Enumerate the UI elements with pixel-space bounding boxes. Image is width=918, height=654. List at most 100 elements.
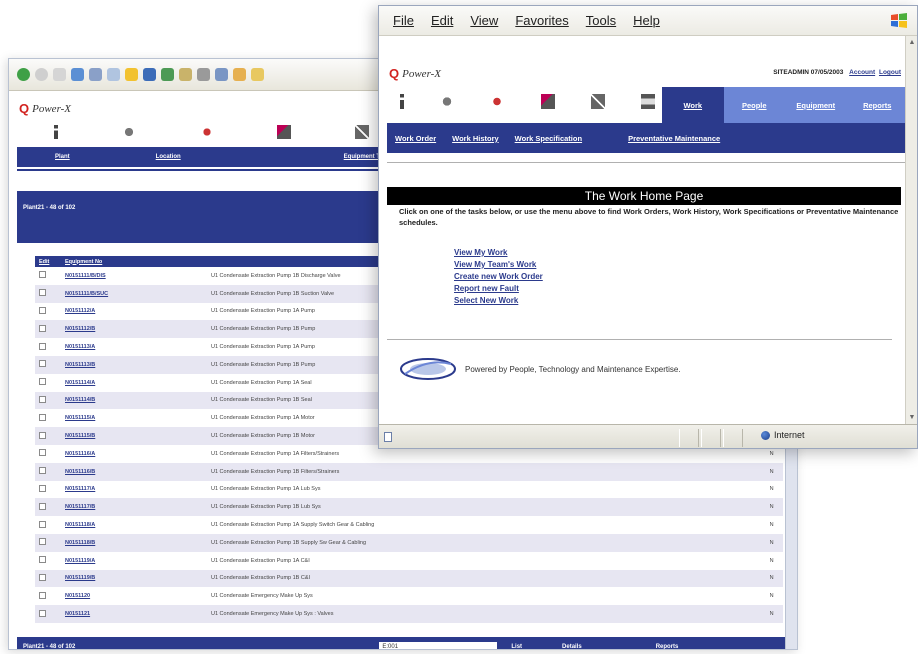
- menu-favorites[interactable]: Favorites: [515, 13, 568, 28]
- row-checkbox[interactable]: [39, 431, 46, 439]
- menu-file[interactable]: File: [393, 13, 414, 28]
- equipment-no[interactable]: N0151111/B/SUC: [61, 284, 207, 303]
- messenger-icon[interactable]: [233, 68, 246, 81]
- equipment-no[interactable]: N0151114/B: [61, 391, 207, 410]
- subnav-preventative-maintenance[interactable]: Preventative Maintenance: [628, 134, 720, 143]
- settings-icon[interactable]: [121, 125, 136, 139]
- row-checkbox[interactable]: [39, 449, 46, 457]
- link-report-fault[interactable]: Report new Fault: [454, 283, 543, 295]
- row-checkbox[interactable]: [39, 484, 46, 492]
- page-select[interactable]: E:001: [379, 641, 498, 649]
- row-checkbox[interactable]: [39, 271, 46, 279]
- row-checkbox[interactable]: [39, 360, 46, 368]
- subnav-work-history[interactable]: Work History: [452, 134, 499, 143]
- nav-plant[interactable]: Plant: [55, 154, 70, 160]
- search-icon[interactable]: [107, 68, 120, 81]
- equipment-no[interactable]: N0151115/A: [61, 409, 207, 427]
- col-edit[interactable]: Edit: [35, 256, 61, 267]
- stop-icon[interactable]: [53, 68, 66, 81]
- row-checkbox[interactable]: [39, 395, 46, 403]
- link-view-team-work[interactable]: View My Team's Work: [454, 259, 543, 271]
- q-icon[interactable]: [199, 125, 214, 139]
- menu-help[interactable]: Help: [633, 13, 660, 28]
- equipment-no[interactable]: N0151112/B: [61, 320, 207, 339]
- menu-view[interactable]: View: [470, 13, 498, 28]
- page-scrollbar[interactable]: ▲ ▼: [905, 36, 917, 424]
- edit-icon[interactable]: [215, 68, 228, 81]
- row-checkbox[interactable]: [39, 467, 46, 475]
- equipment-flag: N: [769, 462, 783, 481]
- link-select-new-work[interactable]: Select New Work: [454, 295, 543, 307]
- equipment-no[interactable]: N0151118/A: [61, 516, 207, 534]
- settings-icon[interactable]: [440, 94, 455, 109]
- equipment-no[interactable]: N0151119/A: [61, 552, 207, 570]
- row-checkbox[interactable]: [39, 502, 46, 510]
- equipment-no[interactable]: N0151113/A: [61, 338, 207, 356]
- equipment-no[interactable]: N0151112/A: [61, 303, 207, 321]
- row-checkbox[interactable]: [39, 378, 46, 386]
- tools-icon[interactable]: [355, 125, 369, 139]
- equipment-no[interactable]: N0151117/A: [61, 481, 207, 499]
- tab-people[interactable]: People: [723, 87, 785, 123]
- subnav-work-specification[interactable]: Work Specification: [515, 134, 582, 143]
- equipment-no[interactable]: N0151119/B: [61, 569, 207, 588]
- row-checkbox[interactable]: [39, 591, 46, 599]
- link-create-work-order[interactable]: Create new Work Order: [454, 271, 543, 283]
- row-checkbox[interactable]: [39, 556, 46, 564]
- equipment-no[interactable]: N0151116/B: [61, 462, 207, 481]
- home-icon[interactable]: [89, 68, 102, 81]
- equipment-no[interactable]: N0151118/B: [61, 533, 207, 552]
- forward-arrow-icon[interactable]: [35, 68, 48, 81]
- logout-link[interactable]: Logout: [879, 69, 901, 76]
- link-view-my-work[interactable]: View My Work: [454, 247, 543, 259]
- printer-icon[interactable]: [640, 94, 655, 109]
- equipment-no[interactable]: N0151111/B/DIS: [61, 267, 207, 285]
- back-arrow-icon[interactable]: [17, 68, 30, 81]
- tab-reports[interactable]: Reports: [846, 87, 908, 123]
- row-checkbox[interactable]: [39, 573, 46, 581]
- reports-link[interactable]: Reports: [656, 644, 679, 649]
- info-icon[interactable]: [54, 125, 58, 139]
- mail-icon[interactable]: [179, 68, 192, 81]
- list-link[interactable]: List: [511, 644, 522, 649]
- equipment-description: U1 Condensate Extraction Pump 1A Supply …: [211, 522, 375, 529]
- tools-icon[interactable]: [590, 94, 605, 109]
- row-checkbox[interactable]: [39, 306, 46, 314]
- history-icon[interactable]: [161, 68, 174, 81]
- tab-equipment[interactable]: Equipment: [785, 87, 847, 123]
- people-icon[interactable]: [277, 125, 292, 139]
- media-icon[interactable]: [143, 68, 156, 81]
- info-icon[interactable]: [400, 94, 404, 109]
- print-icon[interactable]: [197, 68, 210, 81]
- q-icon[interactable]: [490, 94, 505, 109]
- col-equipment-no[interactable]: Equipment No: [61, 256, 207, 267]
- row-checkbox[interactable]: [39, 324, 46, 332]
- favorites-icon[interactable]: [125, 68, 138, 81]
- tab-work[interactable]: Work: [662, 87, 724, 123]
- subnav-work-order[interactable]: Work Order: [395, 134, 436, 143]
- equipment-no[interactable]: N0151114/A: [61, 374, 207, 392]
- scroll-up-icon[interactable]: ▲: [908, 38, 916, 47]
- scroll-down-icon[interactable]: ▼: [908, 413, 916, 422]
- nav-location[interactable]: Location: [156, 154, 181, 160]
- row-checkbox[interactable]: [39, 413, 46, 421]
- account-link[interactable]: Account: [849, 69, 875, 76]
- people-icon[interactable]: [540, 94, 555, 109]
- equipment-no[interactable]: N0151116/A: [61, 445, 207, 463]
- equipment-no[interactable]: N0151121: [61, 605, 207, 623]
- row-checkbox[interactable]: [39, 342, 46, 350]
- menu-tools[interactable]: Tools: [586, 13, 616, 28]
- footer-plant-heading: Plant21 - 48 of 102: [23, 644, 76, 650]
- equipment-no[interactable]: N0151120: [61, 587, 207, 605]
- folder-icon[interactable]: [251, 68, 264, 81]
- row-checkbox[interactable]: [39, 520, 46, 528]
- row-checkbox[interactable]: [39, 289, 46, 297]
- menu-edit[interactable]: Edit: [431, 13, 453, 28]
- refresh-icon[interactable]: [71, 68, 84, 81]
- equipment-no[interactable]: N0151115/B: [61, 427, 207, 445]
- details-link[interactable]: Details: [562, 644, 582, 649]
- row-checkbox[interactable]: [39, 609, 46, 617]
- equipment-no[interactable]: N0151113/B: [61, 355, 207, 374]
- equipment-no[interactable]: N0151117/B: [61, 498, 207, 517]
- row-checkbox[interactable]: [39, 538, 46, 546]
